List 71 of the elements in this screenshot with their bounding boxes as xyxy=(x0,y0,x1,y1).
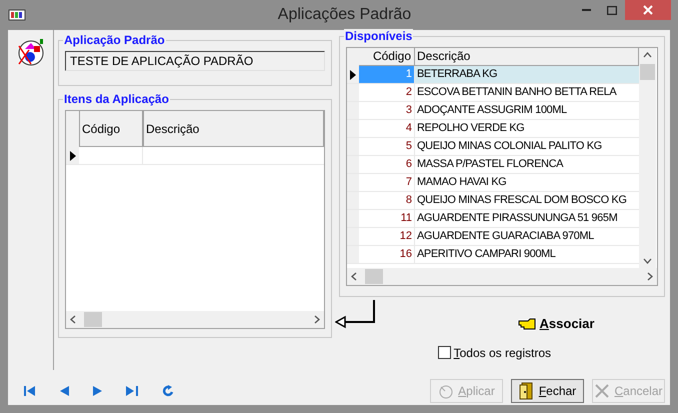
code-cell: 7 xyxy=(359,174,415,191)
table-row[interactable]: 2 ESCOVA BETTANIN BANHO BETTA RELA xyxy=(347,84,639,102)
scroll-thumb[interactable] xyxy=(640,64,655,80)
close-button[interactable] xyxy=(625,0,671,20)
previous-record-icon[interactable] xyxy=(60,386,69,396)
scroll-up-icon[interactable] xyxy=(643,52,652,58)
horizontal-scrollbar[interactable] xyxy=(66,311,324,328)
column-header[interactable]: Descrição xyxy=(143,111,324,147)
aplicacao-padrao-field[interactable]: TESTE DE APLICAÇÃO PADRÃO xyxy=(65,51,325,71)
description-cell-text: MAMAO HAVAI KG xyxy=(416,175,508,190)
description-cell-text: QUEIJO MINAS FRESCAL DOM BOSCO KG xyxy=(416,193,628,208)
row-pointer-icon xyxy=(350,70,356,80)
column-header[interactable]: Código xyxy=(79,111,143,147)
scroll-left-icon[interactable] xyxy=(70,315,76,324)
code-cell: 1 xyxy=(359,66,415,83)
todos-registros-checkbox[interactable]: Todos os registros xyxy=(438,344,551,362)
scroll-right-icon[interactable] xyxy=(314,315,320,324)
table-row[interactable]: 6 MASSA P/PASTEL FLORENCA xyxy=(347,156,639,174)
refresh-icon[interactable] xyxy=(162,385,174,397)
code-cell: 11 xyxy=(359,210,415,227)
vertical-scrollbar[interactable] xyxy=(639,48,656,268)
code-cell: 3 xyxy=(359,102,415,119)
description-cell-text: MASSA P/PASTEL FLORENCA xyxy=(416,157,564,172)
description-cell-text: REPOLHO VERDE KG xyxy=(416,121,526,136)
scroll-right-icon[interactable] xyxy=(647,272,653,281)
maximize-icon xyxy=(607,6,617,14)
minimize-icon xyxy=(582,9,590,11)
itens-label: Itens da Aplicação xyxy=(63,92,170,106)
table-row[interactable]: 12 AGUARDENTE GUARACIABA 970ML xyxy=(347,228,639,246)
table-row[interactable]: 3 ADOÇANTE ASSUGRIM 100ML xyxy=(347,102,639,120)
cancel-icon xyxy=(594,383,610,399)
description-cell: BETERRABA KG xyxy=(415,66,639,83)
code-cell: 12 xyxy=(359,228,415,245)
apply-icon xyxy=(438,383,454,399)
code-cell: 2 xyxy=(359,84,415,101)
disponiveis-label: Disponíveis xyxy=(344,29,414,43)
table-row[interactable]: 16 APERITIVO CAMPARI 900ML xyxy=(347,246,639,264)
description-cell-text: AGUARDENTE GUARACIABA 970ML xyxy=(416,229,595,244)
first-record-icon[interactable] xyxy=(24,386,36,396)
table-row[interactable]: 5 QUEIJO MINAS COLONIAL PALITO KG xyxy=(347,138,639,156)
code-cell: 16 xyxy=(359,246,415,263)
close-icon xyxy=(643,5,653,15)
description-cell-text: AGUARDENTE PIRASSUNUNGA 51 965M xyxy=(416,211,618,226)
associar-button[interactable]: Associar xyxy=(518,314,594,334)
close-button[interactable]: Fechar xyxy=(511,379,584,403)
table-row[interactable]: 8 QUEIJO MINAS FRESCAL DOM BOSCO KG xyxy=(347,192,639,210)
table-row[interactable]: 1 BETERRABA KG xyxy=(347,66,639,84)
description-cell-text: ADOÇANTE ASSUGRIM 100ML xyxy=(416,103,568,118)
table-row[interactable]: 4 REPOLHO VERDE KG xyxy=(347,120,639,138)
scroll-down-icon[interactable] xyxy=(643,258,652,264)
table-row[interactable]: 7 MAMAO HAVAI KG xyxy=(347,174,639,192)
description-cell-text: ESCOVA BETTANIN BANHO BETTA RELA xyxy=(416,85,618,100)
horizontal-scrollbar[interactable] xyxy=(347,268,657,285)
scroll-thumb[interactable] xyxy=(365,269,383,284)
return-arrow-icon xyxy=(335,300,377,330)
description-cell-text: QUEIJO MINAS COLONIAL PALITO KG xyxy=(416,139,603,154)
door-icon xyxy=(518,382,535,400)
app-icon xyxy=(8,7,26,23)
description-cell-text: APERITIVO CAMPARI 900ML xyxy=(416,247,557,262)
table-row[interactable]: 11 AGUARDENTE PIRASSUNUNGA 51 965M xyxy=(347,210,639,228)
next-record-icon[interactable] xyxy=(93,386,102,396)
last-record-icon[interactable] xyxy=(126,386,138,396)
scroll-left-icon[interactable] xyxy=(351,272,357,281)
scroll-thumb[interactable] xyxy=(84,312,102,327)
window-title: Aplicações Padrão xyxy=(276,5,412,25)
aplicacao-padrao-label: Aplicação Padrão xyxy=(63,33,166,47)
code-cell: 6 xyxy=(359,156,415,173)
code-cell: 4 xyxy=(359,120,415,137)
row-pointer-icon xyxy=(70,150,76,160)
code-cell: 5 xyxy=(359,138,415,155)
code-cell: 8 xyxy=(359,192,415,209)
